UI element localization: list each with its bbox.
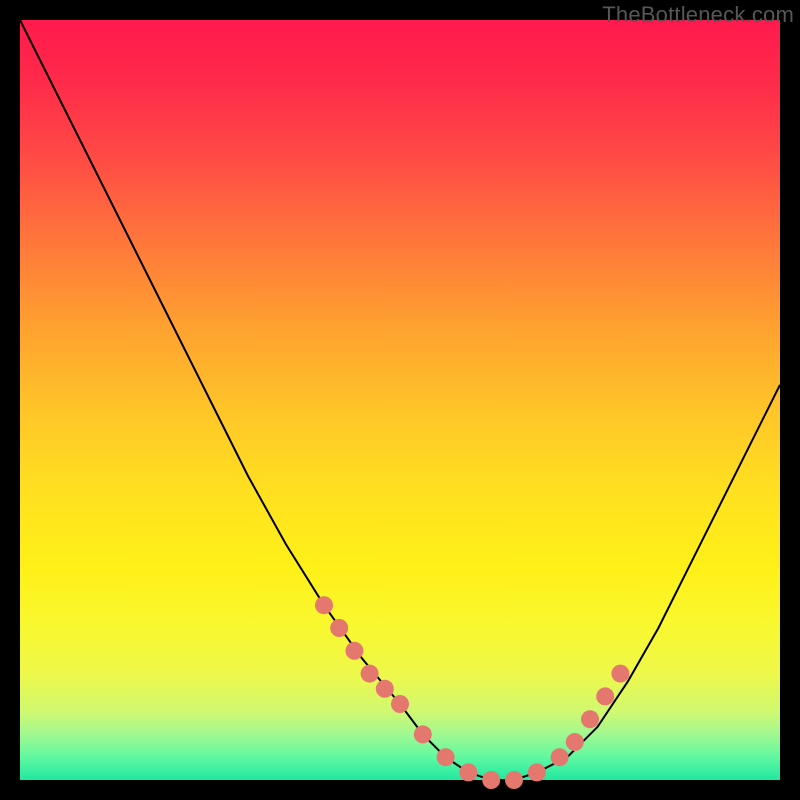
chart-frame: TheBottleneck.com <box>0 0 800 800</box>
plot-area <box>20 20 780 780</box>
highlight-dot <box>391 695 409 713</box>
highlight-dot <box>528 763 546 781</box>
highlight-dot <box>596 687 614 705</box>
highlight-dot <box>315 596 333 614</box>
highlight-dot <box>459 763 477 781</box>
highlight-dot <box>581 710 599 728</box>
highlight-dot <box>330 619 348 637</box>
bottleneck-curve <box>20 20 780 780</box>
watermark-text: TheBottleneck.com <box>602 2 794 28</box>
highlight-dots <box>315 596 629 789</box>
highlight-dot <box>551 748 569 766</box>
highlight-dot <box>482 771 500 789</box>
highlight-dot <box>361 665 379 683</box>
chart-svg <box>20 20 780 780</box>
highlight-dot <box>437 748 455 766</box>
highlight-dot <box>566 733 584 751</box>
highlight-dot <box>345 642 363 660</box>
highlight-dot <box>376 680 394 698</box>
highlight-dot <box>611 665 629 683</box>
highlight-dot <box>414 725 432 743</box>
highlight-dot <box>505 771 523 789</box>
